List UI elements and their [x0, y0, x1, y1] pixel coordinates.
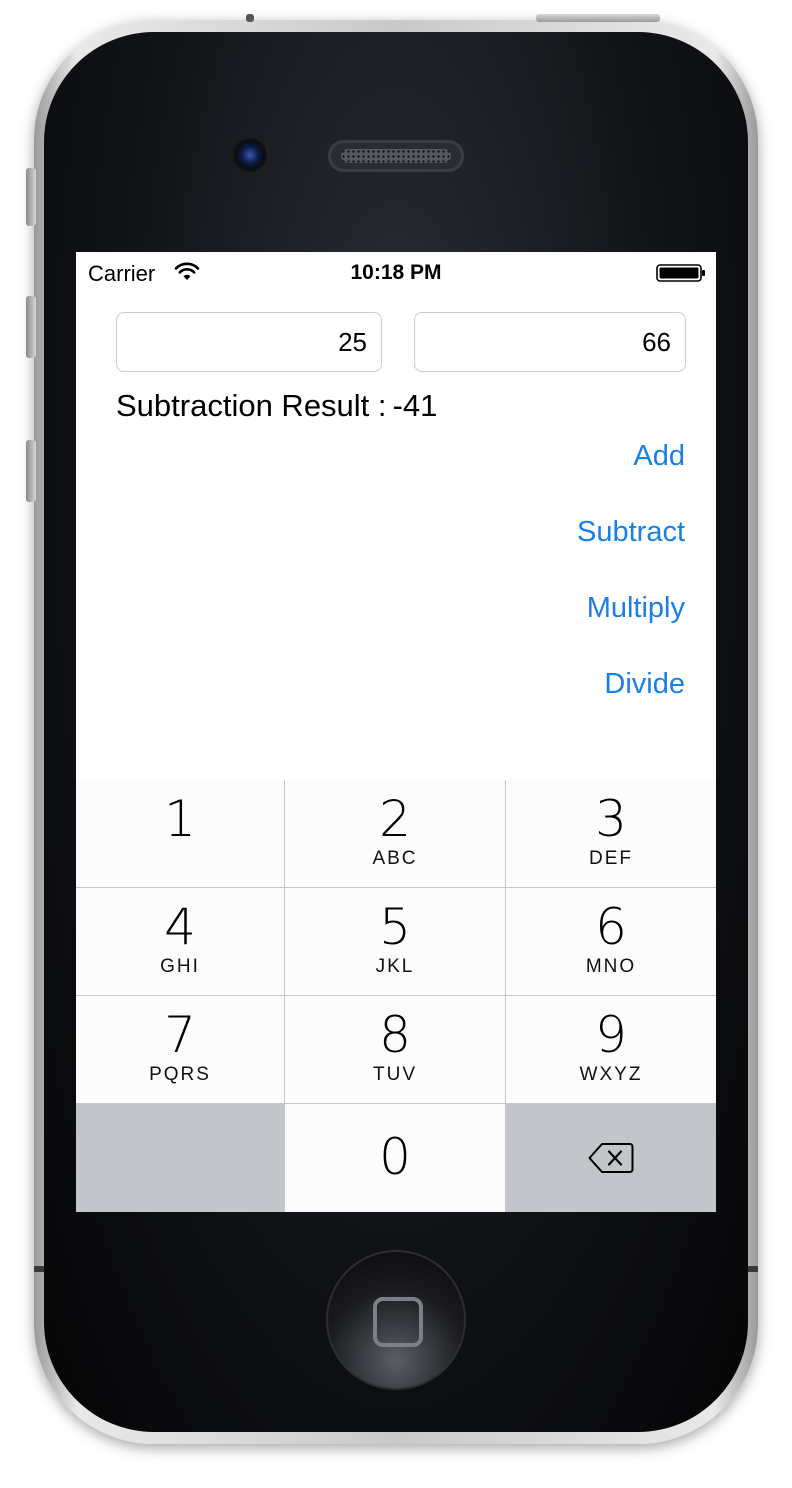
result-label: Subtraction Result :: [116, 388, 387, 423]
key-letters: GHI: [160, 956, 200, 977]
key-digit: 2: [379, 790, 411, 848]
add-button[interactable]: Add: [633, 440, 685, 473]
key-1[interactable]: 1: [76, 780, 285, 888]
key-8[interactable]: 8 TUV: [285, 996, 506, 1104]
sleep-wake-button: [536, 14, 660, 22]
result-value: -41: [392, 388, 438, 423]
volume-up-button: [26, 296, 36, 358]
delete-backspace-icon: [588, 1143, 634, 1173]
key-4[interactable]: 4 GHI: [76, 888, 285, 996]
key-5[interactable]: 5 JKL: [285, 888, 506, 996]
antenna-band-left: [34, 1266, 44, 1272]
home-square-icon: [373, 1297, 423, 1347]
volume-down-button: [26, 440, 36, 502]
key-digit: 5: [379, 898, 411, 956]
antenna-band-right: [748, 1266, 758, 1272]
key-digit: 9: [595, 1006, 627, 1064]
key-letters: TUV: [373, 1064, 417, 1085]
key-9[interactable]: 9 WXYZ: [506, 996, 716, 1104]
key-letters: MNO: [585, 956, 637, 977]
top-antenna-band: [246, 14, 254, 22]
home-button[interactable]: [326, 1250, 466, 1390]
result-text: Subtraction Result : -41: [116, 388, 437, 424]
mute-switch: [26, 168, 36, 226]
key-0[interactable]: 0: [285, 1104, 506, 1212]
key-letters: JKL: [375, 956, 415, 977]
key-digit: 8: [379, 1006, 411, 1064]
key-digit: 6: [595, 898, 627, 956]
earpiece-speaker: [328, 140, 464, 172]
key-2[interactable]: 2 ABC: [285, 780, 506, 888]
key-letters: WXYZ: [579, 1064, 643, 1085]
number-keypad: 1 2 ABC 3 DEF 4 GHI 5 JKL 6 MNO 7 PQRS 8…: [76, 780, 716, 1212]
key-7[interactable]: 7 PQRS: [76, 996, 285, 1104]
speaker-grille: [341, 149, 451, 163]
key-blank: [76, 1104, 285, 1212]
divide-button[interactable]: Divide: [604, 668, 685, 701]
key-digit: 0: [379, 1128, 411, 1186]
battery-icon: [656, 264, 705, 282]
multiply-button[interactable]: Multiply: [587, 592, 685, 625]
key-letters: DEF: [589, 848, 633, 869]
key-digit: 1: [164, 790, 196, 848]
key-6[interactable]: 6 MNO: [506, 888, 716, 996]
status-time: 10:18 PM: [350, 261, 442, 284]
app-screen: Carrier 10:18 PM Subtraction Result :-41…: [76, 252, 716, 1212]
key-letters: PQRS: [149, 1064, 211, 1085]
key-3[interactable]: 3 DEF: [506, 780, 716, 888]
first-number-field[interactable]: [116, 312, 382, 372]
key-letters: ABC: [372, 848, 418, 869]
status-bar: Carrier 10:18 PM: [76, 252, 716, 292]
subtract-button[interactable]: Subtract: [577, 516, 685, 549]
second-number-field[interactable]: [414, 312, 686, 372]
key-digit: 4: [164, 898, 196, 956]
front-camera: [233, 138, 267, 172]
delete-key[interactable]: [506, 1104, 716, 1212]
key-digit: 7: [164, 1006, 196, 1064]
key-digit: 3: [595, 790, 627, 848]
